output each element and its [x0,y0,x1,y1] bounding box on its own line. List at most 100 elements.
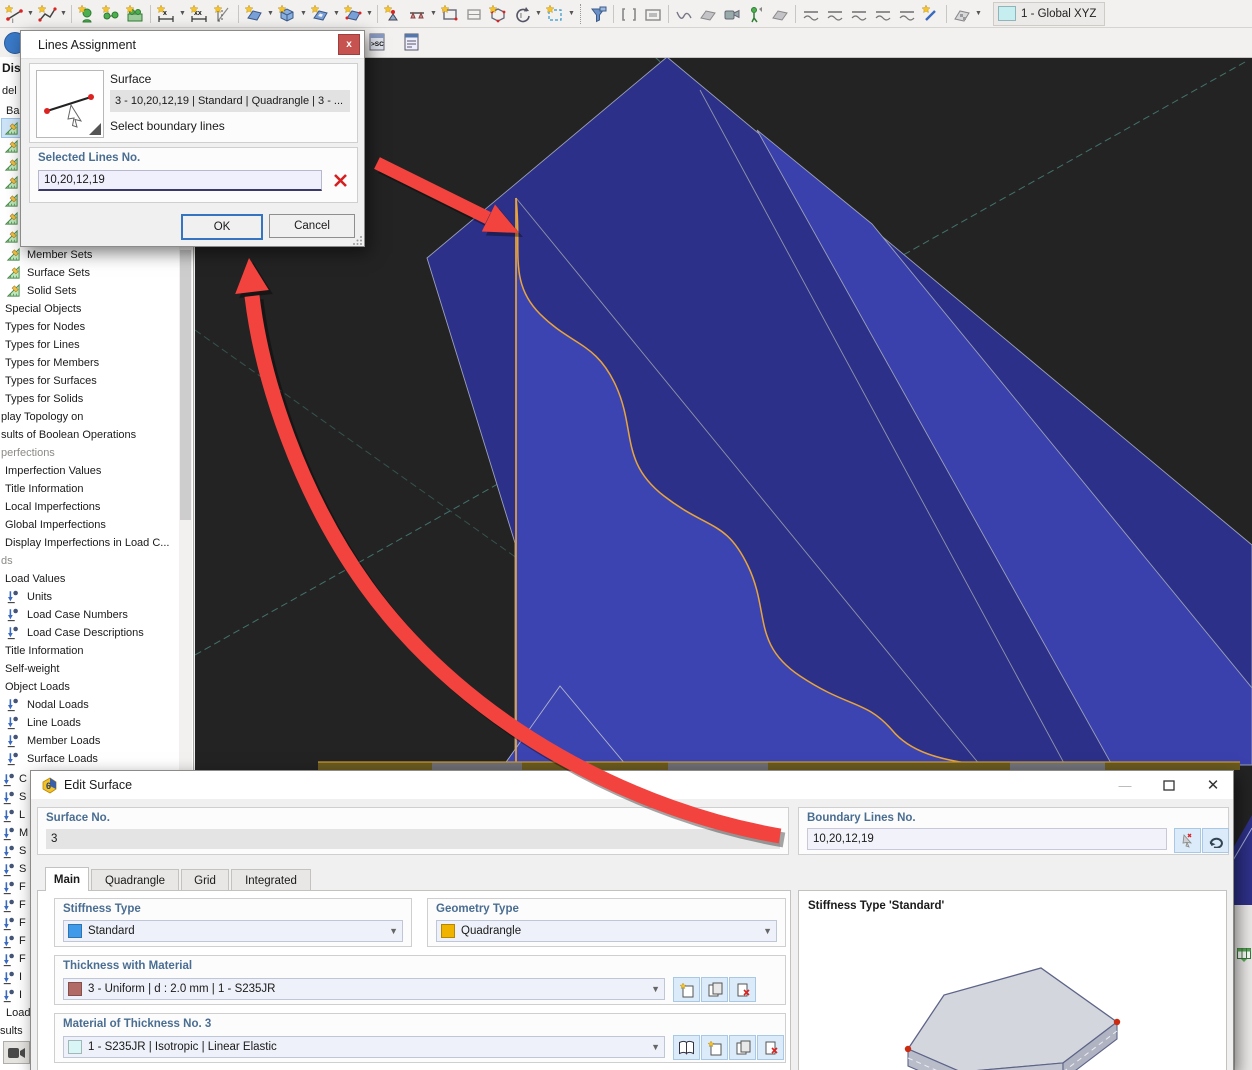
tab-quadrangle[interactable]: Quadrangle [91,869,179,891]
sidebar-item-load-case-numbers[interactable]: Load Case Numbers [0,606,178,624]
sidebar-item-member-sets[interactable]: Member Sets [0,246,178,264]
new-surface-icon[interactable] [242,2,266,26]
edit-surface-titlebar[interactable]: 6 Edit Surface — ✕ [31,771,1233,799]
undo-button[interactable] [1202,828,1229,853]
sidebar-item-surface-sets[interactable]: Surface Sets [0,264,178,282]
sidebar-item-types-for-solids[interactable]: Types for Solids [0,390,178,408]
section-line-5-icon[interactable] [895,2,919,26]
ok-button[interactable]: OK [181,214,263,240]
mirror-plane-icon[interactable] [768,2,792,26]
surface-no-field[interactable]: 3 [46,829,780,849]
walk-mode-icon[interactable] [744,2,768,26]
sidebar-ruler-item[interactable] [2,119,20,137]
sidebar-item-partial[interactable]: M [0,824,30,842]
material-dropdown[interactable]: 1 - S235JR | Isotropic | Linear Elastic … [63,1036,665,1058]
sidebar-scrollbar[interactable] [179,246,192,770]
sidebar-ruler-item[interactable] [2,173,20,191]
new-block-icon[interactable] [341,2,365,26]
section-line-3-icon[interactable] [847,2,871,26]
tab-main[interactable]: Main [45,867,89,891]
sidebar-item-line-loads[interactable]: Line Loads [0,714,178,732]
animation-icon[interactable] [641,2,665,26]
section-line-1-icon[interactable] [799,2,823,26]
new-thickness-button[interactable] [673,977,700,1002]
delete-thickness-button[interactable] [729,977,756,1002]
sidebar-ruler-item[interactable] [2,227,20,245]
sidebar-item-title-information[interactable]: Title Information [0,642,178,660]
camera-view-button[interactable] [3,1041,30,1064]
sidebar-item-load-values[interactable]: Load Values [0,570,178,588]
sidebar-item-member-loads[interactable]: Member Loads [0,732,178,750]
tab-integrated[interactable]: Integrated [231,869,311,891]
sidebar-item-self-weight[interactable]: Self-weight [0,660,178,678]
line-hinge-icon[interactable] [462,2,486,26]
dropdown-arrow-icon[interactable]: ▼ [567,2,576,26]
dropdown-arrow-icon[interactable]: ▼ [59,2,68,26]
polyline-tool-icon[interactable] [35,2,59,26]
dimension-ruler-icon[interactable] [211,2,235,26]
sidebar-item-partial[interactable]: F [0,932,30,950]
rotate-tool-icon[interactable]: I [510,2,534,26]
sidebar-item-ds[interactable]: ds [0,552,178,570]
sidebar-ruler-item[interactable] [2,137,20,155]
sidebar-item-solid-sets[interactable]: Solid Sets [0,282,178,300]
magic-wand-icon[interactable] [919,2,943,26]
camera-icon[interactable] [720,2,744,26]
node-grid-icon[interactable] [123,2,147,26]
filter-icon[interactable] [586,2,610,26]
close-icon[interactable]: x [338,34,360,55]
new-node-icon[interactable] [75,2,99,26]
new-material-button[interactable] [701,1035,728,1060]
sidebar-item-partial[interactable]: F [0,950,30,968]
dropdown-arrow-icon[interactable]: ▼ [365,2,374,26]
sidebar-item-partial[interactable]: S [0,842,30,860]
cancel-button[interactable]: Cancel [269,214,355,238]
dimension-xx-icon[interactable]: xx [187,2,211,26]
sidebar-item-types-for-nodes[interactable]: Types for Nodes [0,318,178,336]
dropdown-arrow-icon[interactable]: ▼ [178,2,187,26]
sidebar-item-object-loads[interactable]: Object Loads [0,678,178,696]
run-script-icon[interactable]: >SC [366,30,390,54]
boundary-lines-input[interactable]: 10,20,12,19 [807,828,1167,850]
section-line-4-icon[interactable] [871,2,895,26]
sidebar-item-partial[interactable]: F [0,896,30,914]
plane-icon[interactable] [696,2,720,26]
nodal-support-icon[interactable] [381,2,405,26]
sidebar-item-display-imperfections-in-load-c[interactable]: Display Imperfections in Load C... [0,534,178,552]
sidebar-scrollbar-thumb[interactable] [180,250,191,520]
dropdown-arrow-icon[interactable]: ▼ [332,2,341,26]
sidebar-item-types-for-surfaces[interactable]: Types for Surfaces [0,372,178,390]
sidebar-item-types-for-lines[interactable]: Types for Lines [0,336,178,354]
geometry-type-dropdown[interactable]: Quadrangle ▼ [436,920,777,942]
sidebar-item-local-imperfections[interactable]: Local Imperfections [0,498,178,516]
delete-material-button[interactable] [757,1035,784,1060]
sidebar-item-units[interactable]: Units [0,588,178,606]
line-support-icon[interactable] [405,2,429,26]
member-hinge-icon[interactable] [438,2,462,26]
sidebar-item-partial[interactable]: I [0,986,30,1004]
resize-grip[interactable] [353,235,363,245]
tab-grid[interactable]: Grid [181,869,229,891]
dropdown-arrow-icon[interactable]: ▼ [266,2,275,26]
thickness-dropdown[interactable]: 3 - Uniform | d : 2.0 mm | 1 - S235JR ▼ [63,978,665,1000]
clipping-box-icon[interactable] [617,2,641,26]
sidebar-item-imperfection-values[interactable]: Imperfection Values [0,462,178,480]
dimension-x-icon[interactable]: x [154,2,178,26]
stiffness-type-dropdown[interactable]: Standard ▼ [63,920,403,942]
sidebar-ruler-item[interactable] [2,155,20,173]
sidebar-item-partial[interactable]: C [0,770,30,788]
sidebar-item-partial[interactable]: S [0,860,30,878]
select-region-icon[interactable] [543,2,567,26]
dropdown-arrow-icon[interactable]: ▼ [26,2,35,26]
sidebar-item-global-imperfections[interactable]: Global Imperfections [0,516,178,534]
sidebar-item-partial[interactable]: S [0,788,30,806]
dropdown-arrow-icon[interactable]: ▼ [974,2,983,26]
sidebar-item-load-case-descriptions[interactable]: Load Case Descriptions [0,624,178,642]
section-line-2-icon[interactable] [823,2,847,26]
new-opening-icon[interactable] [308,2,332,26]
result-curve-icon[interactable] [672,2,696,26]
clear-selection-button[interactable] [328,168,352,192]
line-tool-icon[interactable]: I [2,2,26,26]
sidebar-item-perfections[interactable]: perfections [0,444,178,462]
table-panel-sliver[interactable] [1234,905,1252,1070]
